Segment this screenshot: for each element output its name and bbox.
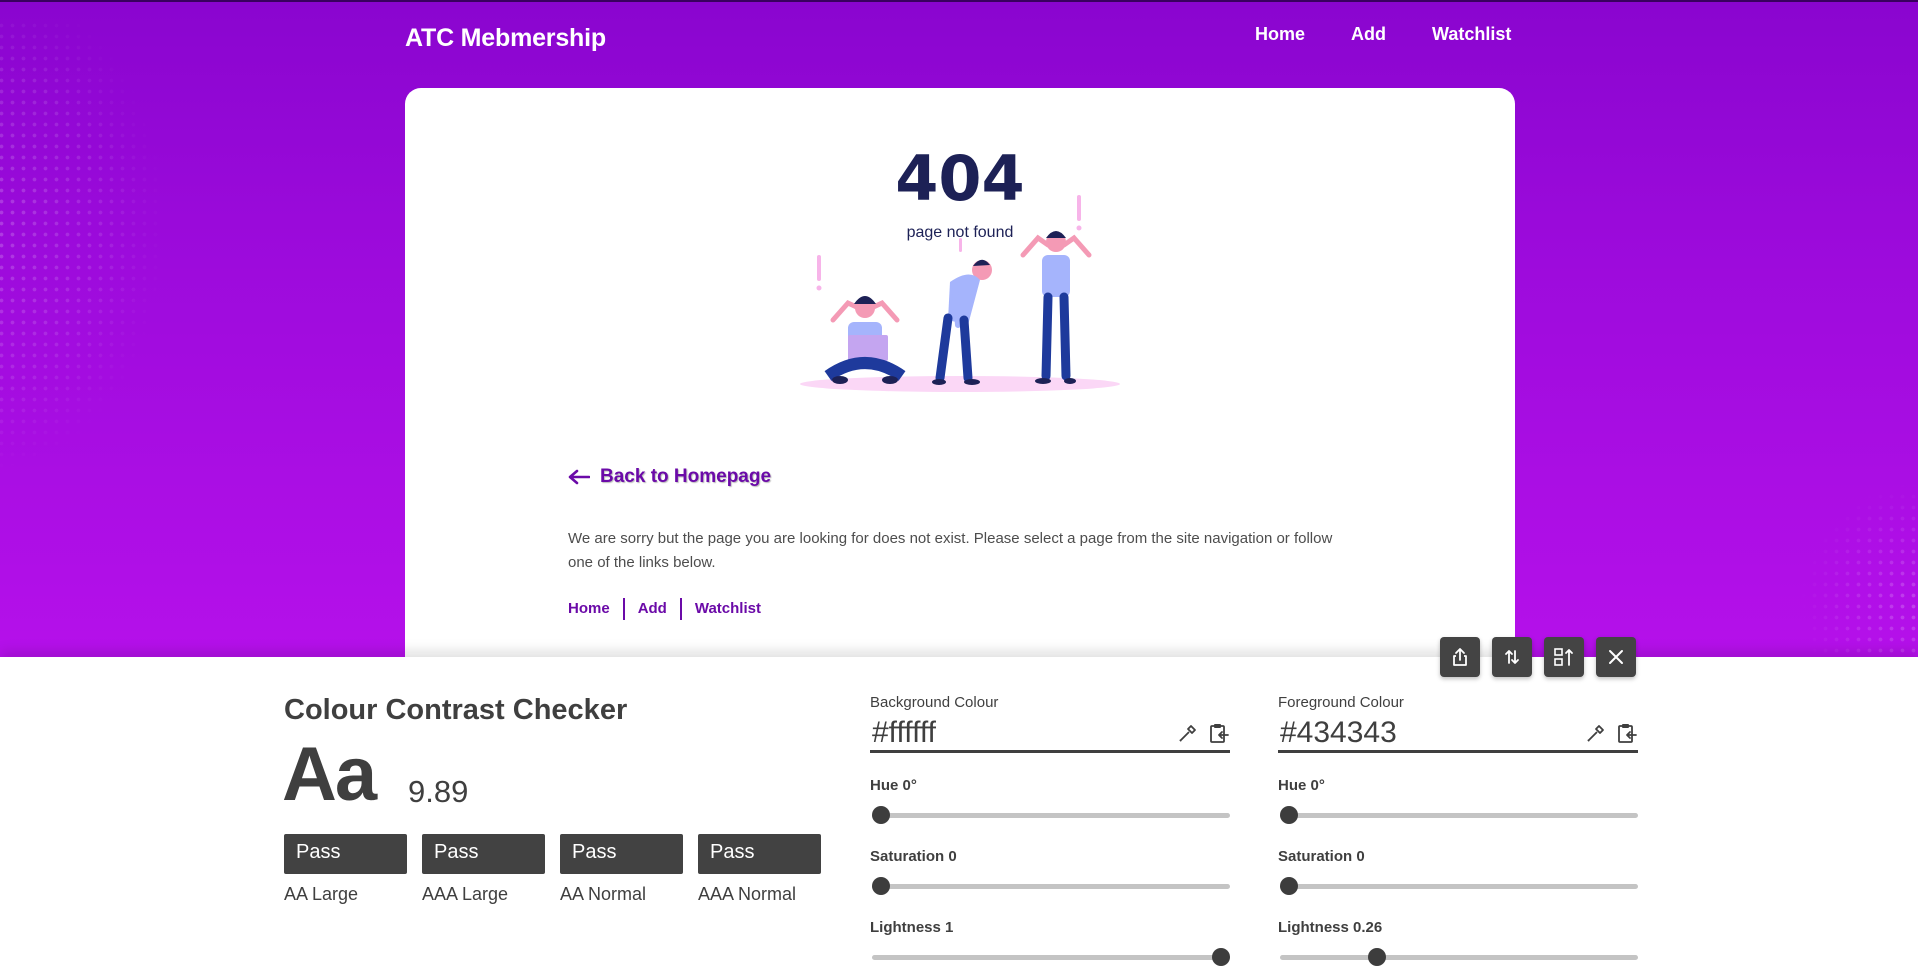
decorative-dots (1798, 480, 1918, 657)
slider-thumb[interactable] (872, 806, 890, 824)
text-sample: Aa (282, 732, 377, 817)
background-hue-label: Hue 0° (870, 777, 917, 794)
error-message: We are sorry but the page you are lookin… (568, 530, 1333, 571)
slider-thumb[interactable] (1280, 877, 1298, 895)
foreground-saturation-slider[interactable] (1278, 877, 1638, 895)
result-badge-aa-normal: Pass (560, 834, 683, 874)
back-to-homepage-link[interactable]: Back to Homepage (568, 466, 771, 488)
contrast-ratio: 9.89 (408, 774, 469, 809)
background-colour-section: Background Colour #ffffff Hue 0° Saturat… (870, 694, 1230, 966)
background-lightness-label: Lightness 1 (870, 919, 954, 936)
foreground-hue-label: Hue 0° (1278, 777, 1325, 794)
background-colour-label: Background Colour (870, 694, 999, 711)
checker-title: Colour Contrast Checker (284, 694, 628, 726)
share-button[interactable] (1440, 637, 1480, 677)
link-add[interactable]: Add (622, 598, 680, 620)
error-code: 404 (895, 150, 1024, 215)
layout-swap-icon (1554, 648, 1573, 666)
site-brand[interactable]: ATC Mebmership (405, 24, 606, 53)
result-badge-aaa-normal: Pass (698, 834, 821, 874)
paste-icon[interactable] (1616, 722, 1638, 744)
eyedropper-icon[interactable] (1586, 723, 1606, 743)
foreground-hue-slider[interactable] (1278, 806, 1638, 824)
top-navigation: Home Add Watchlist (1255, 24, 1557, 45)
swap-colours-button[interactable] (1492, 637, 1532, 677)
wcag-results: Pass AA Large Pass AAA Large Pass AA Nor… (284, 834, 836, 905)
background-hex-field[interactable]: #ffffff (870, 715, 1230, 753)
slider-thumb[interactable] (872, 877, 890, 895)
decorative-dots (0, 20, 170, 480)
foreground-lightness-label: Lightness 0.26 (1278, 919, 1383, 936)
nav-add-link[interactable]: Add (1351, 24, 1386, 45)
slider-thumb[interactable] (1212, 948, 1230, 966)
link-watchlist[interactable]: Watchlist (679, 598, 774, 620)
result-label-aaa-normal: AAA Normal (698, 884, 797, 904)
website-background: ATC Mebmership Home Add Watchlist 404 pa… (0, 0, 1918, 657)
paste-icon[interactable] (1208, 722, 1230, 744)
nav-watchlist-link[interactable]: Watchlist (1432, 24, 1511, 45)
close-button[interactable] (1596, 637, 1636, 677)
background-hue-slider[interactable] (870, 806, 1230, 824)
background-saturation-label: Saturation 0 (870, 848, 957, 865)
foreground-colour-section: Foreground Colour #434343 Hue 0° Saturat… (1278, 694, 1638, 966)
background-lightness-slider[interactable] (870, 948, 1230, 966)
slider-thumb[interactable] (1280, 806, 1298, 824)
foreground-lightness-slider[interactable] (1278, 948, 1638, 966)
slider-thumb[interactable] (1368, 948, 1387, 966)
background-hex-input[interactable]: #ffffff (870, 716, 936, 750)
result-label-aaa-large: AAA Large (422, 884, 509, 904)
foreground-colour-label: Foreground Colour (1278, 694, 1404, 711)
result-badge-aa-large: Pass (284, 834, 407, 874)
result-label-aa-large: AA Large (284, 884, 359, 904)
result-label-aa-normal: AA Normal (560, 884, 647, 904)
404-illustration: 404 page not found (800, 150, 1120, 392)
close-icon (1609, 650, 1623, 664)
foreground-hex-field[interactable]: #434343 (1278, 715, 1638, 753)
foreground-saturation-label: Saturation 0 (1278, 848, 1365, 865)
back-link-label: Back to Homepage (600, 466, 772, 487)
share-icon (1453, 648, 1467, 666)
link-home[interactable]: Home (568, 598, 623, 620)
checker-toolbar (1440, 637, 1648, 677)
arrow-left-icon (568, 469, 590, 485)
background-saturation-slider[interactable] (870, 877, 1230, 895)
swap-icon (1505, 650, 1519, 664)
footer-links: Home Add Watchlist (568, 598, 774, 620)
eyedropper-icon[interactable] (1178, 723, 1198, 743)
nav-home-link[interactable]: Home (1255, 24, 1305, 45)
foreground-hex-input[interactable]: #434343 (1278, 716, 1397, 750)
layout-swap-button[interactable] (1544, 637, 1584, 677)
result-badge-aaa-large: Pass (422, 834, 545, 874)
